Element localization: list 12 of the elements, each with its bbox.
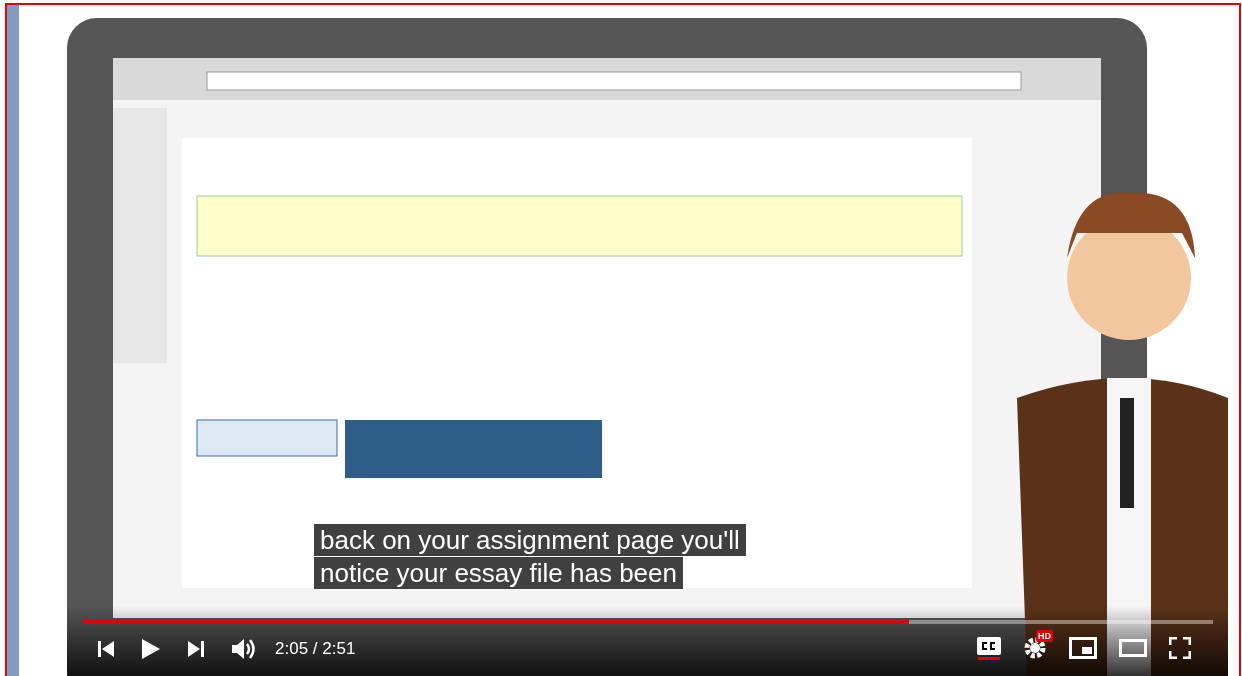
miniplayer-icon[interactable] <box>1069 637 1097 659</box>
play-icon[interactable] <box>141 637 161 660</box>
side-scrollbar[interactable] <box>7 5 19 676</box>
theater-mode-icon[interactable] <box>1119 639 1147 657</box>
volume-icon[interactable] <box>231 636 257 661</box>
next-icon[interactable] <box>187 639 205 658</box>
progress-bar[interactable] <box>83 620 1213 624</box>
previous-icon[interactable] <box>97 639 115 658</box>
time-display: 2:05 / 2:51 <box>275 638 356 660</box>
video-player[interactable]: back on your assignment page you'll notice your essay file has been 2:05 / 2:51 HD <box>67 18 1228 676</box>
quality-badge: HD <box>1036 630 1053 642</box>
fullscreen-icon[interactable] <box>1169 637 1191 659</box>
